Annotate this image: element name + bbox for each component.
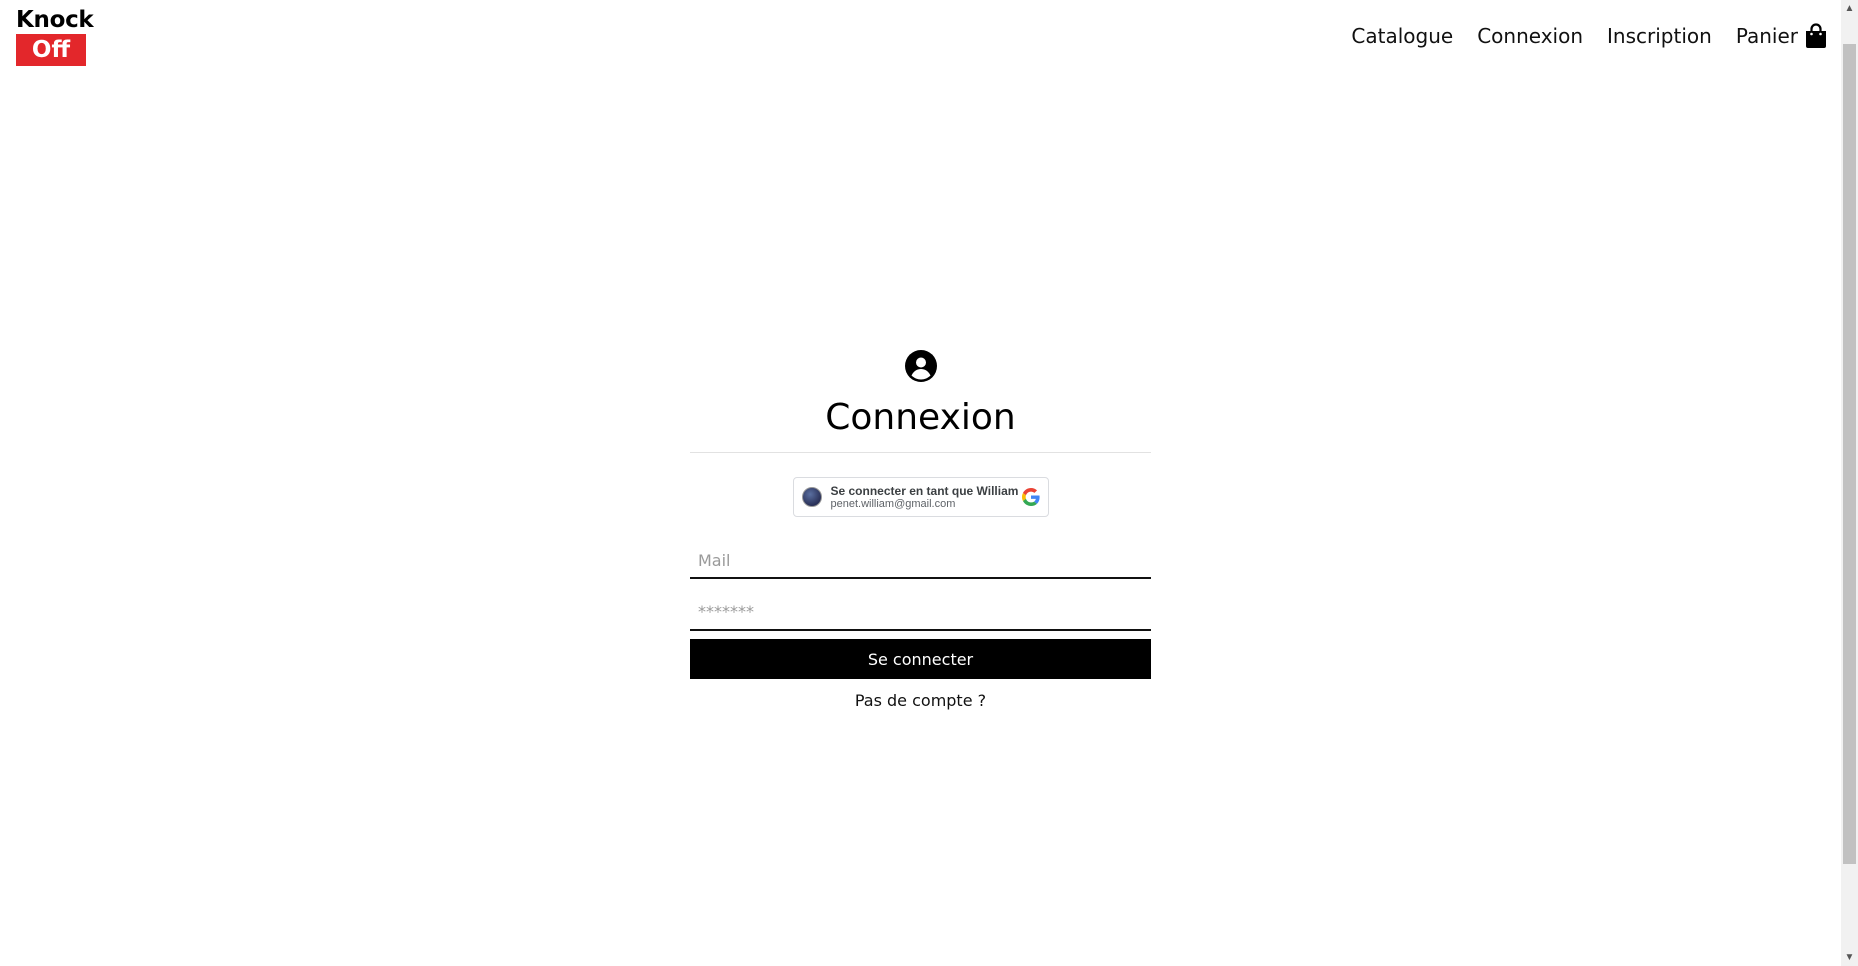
scrollbar-thumb[interactable]: [1843, 44, 1856, 864]
nav-inscription[interactable]: Inscription: [1607, 22, 1712, 50]
nav-panier[interactable]: Panier: [1736, 22, 1828, 50]
no-account-link[interactable]: Pas de compte ?: [690, 691, 1151, 710]
google-signin-button[interactable]: Se connecter en tant que William penet.w…: [792, 477, 1049, 517]
nav-panier-label: Panier: [1735, 24, 1798, 48]
login-button[interactable]: Se connecter: [690, 639, 1151, 679]
google-signin-label: Se connecter en tant que William: [830, 483, 1019, 498]
scroll-down-icon[interactable]: ▼: [1841, 949, 1858, 966]
logo-line-knock: Knock: [16, 7, 94, 33]
google-account-info: Se connecter en tant que William penet.w…: [831, 484, 1022, 511]
title-divider: [690, 452, 1151, 453]
avatar: [801, 487, 822, 507]
password-field[interactable]: [690, 593, 1151, 631]
google-account-email: penet.william@gmail.com: [830, 497, 956, 510]
user-circle-icon: [904, 350, 937, 382]
nav-catalogue[interactable]: Catalogue: [1351, 22, 1453, 50]
shopping-bag-icon: [1806, 23, 1826, 48]
nav-connexion[interactable]: Connexion: [1477, 22, 1583, 50]
main-nav: Catalogue Connexion Inscription Panier: [1327, 22, 1828, 50]
email-field[interactable]: [690, 543, 1151, 579]
page-scrollbar[interactable]: ▲ ▼: [1841, 0, 1858, 966]
brand-logo[interactable]: Knock Off: [16, 7, 94, 66]
scroll-up-icon[interactable]: ▲: [1841, 0, 1858, 17]
logo-line-off: Off: [16, 34, 86, 66]
page-title: Connexion: [825, 397, 1016, 438]
google-g-icon: [1021, 488, 1040, 506]
login-panel: Connexion Se connecter en tant que Willi…: [690, 350, 1151, 710]
